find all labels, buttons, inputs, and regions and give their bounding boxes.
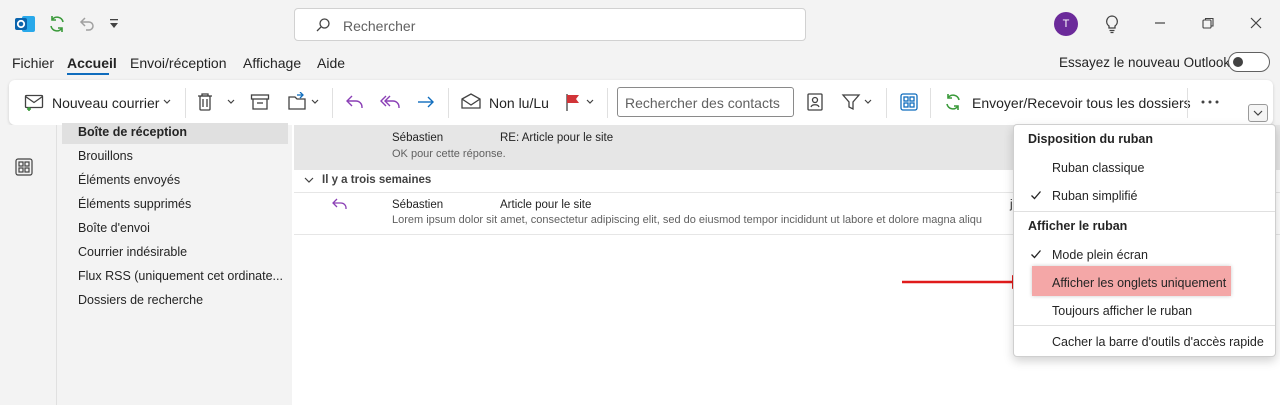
filter-dropdown-icon[interactable] bbox=[863, 98, 873, 106]
menu-divider bbox=[1014, 325, 1275, 326]
folder-outbox[interactable]: Boîte d'envoi bbox=[78, 221, 150, 235]
folder-sent[interactable]: Éléments envoyés bbox=[78, 173, 180, 187]
sync-icon[interactable] bbox=[47, 14, 67, 34]
search-icon bbox=[315, 17, 331, 33]
checkmark-icon bbox=[1030, 248, 1042, 260]
send-receive-icon bbox=[943, 92, 963, 112]
search-placeholder: Rechercher bbox=[343, 18, 416, 34]
contact-search-input[interactable]: Rechercher des contacts bbox=[617, 87, 794, 117]
chevron-down-icon bbox=[1253, 109, 1263, 117]
new-mail-icon bbox=[24, 93, 46, 111]
new-mail-dropdown-icon[interactable] bbox=[162, 98, 172, 106]
reply-all-icon[interactable] bbox=[380, 93, 402, 111]
active-tab-indicator bbox=[67, 73, 109, 75]
message-preview: Lorem ipsum dolor sit amet, consectetur … bbox=[392, 214, 983, 226]
group-header: Il y a trois semaines bbox=[322, 174, 432, 186]
try-new-outlook-label: Essayez le nouveau Outlook bbox=[1059, 55, 1231, 70]
try-new-outlook-toggle[interactable] bbox=[1228, 52, 1270, 72]
ribbon-divider bbox=[185, 88, 186, 118]
more-apps-icon[interactable] bbox=[15, 158, 33, 176]
flag-dropdown-icon[interactable] bbox=[585, 98, 595, 106]
new-mail-button[interactable]: Nouveau courrier bbox=[52, 95, 159, 111]
reply-icon[interactable] bbox=[345, 93, 365, 111]
move-dropdown-icon[interactable] bbox=[310, 98, 320, 106]
customize-qat-icon[interactable] bbox=[108, 18, 120, 30]
move-to-folder-icon[interactable] bbox=[287, 92, 309, 112]
unread-read-button[interactable]: Non lu/Lu bbox=[489, 95, 549, 111]
archive-icon[interactable] bbox=[250, 93, 270, 111]
ribbon-display-options-button[interactable] bbox=[1248, 104, 1268, 122]
minimize-icon[interactable] bbox=[1153, 16, 1167, 30]
message-sender: Sébastien bbox=[392, 199, 444, 211]
folder-search[interactable]: Dossiers de recherche bbox=[78, 293, 203, 307]
ribbon-divider bbox=[930, 88, 931, 118]
replied-icon bbox=[331, 197, 349, 213]
send-receive-button[interactable]: Envoyer/Recevoir tous les dossiers bbox=[972, 95, 1191, 111]
menu-section-show-ribbon: Afficher le ruban bbox=[1028, 219, 1128, 233]
tab-aide[interactable]: Aide bbox=[317, 55, 345, 71]
folder-deleted[interactable]: Éléments supprimés bbox=[78, 197, 191, 211]
toggle-knob bbox=[1233, 57, 1243, 67]
restore-icon[interactable] bbox=[1201, 16, 1215, 30]
lightbulb-icon[interactable] bbox=[1103, 14, 1121, 34]
ribbon-divider bbox=[448, 88, 449, 118]
ribbon-divider bbox=[1187, 88, 1188, 118]
more-options-icon[interactable] bbox=[1200, 99, 1220, 105]
ribbon-divider bbox=[886, 88, 887, 118]
tab-affichage[interactable]: Affichage bbox=[243, 55, 301, 71]
menu-item-classic-ribbon[interactable]: Ruban classique bbox=[1052, 161, 1144, 175]
avatar[interactable]: T bbox=[1054, 12, 1078, 36]
folder-rss[interactable]: Flux RSS (uniquement cet ordinate... bbox=[78, 269, 283, 283]
delete-icon[interactable] bbox=[196, 92, 214, 112]
close-icon[interactable] bbox=[1249, 16, 1263, 30]
menu-item-hide-quick-access[interactable]: Cacher la barre d'outils d'accès rapide bbox=[1052, 335, 1264, 349]
search-box[interactable]: Rechercher bbox=[294, 8, 806, 41]
folder-junk[interactable]: Courrier indésirable bbox=[78, 245, 187, 259]
menu-item-show-tabs-only[interactable]: Afficher les onglets uniquement bbox=[1052, 276, 1226, 290]
message-preview: OK pour cette réponse. bbox=[392, 148, 506, 160]
contact-search-placeholder: Rechercher des contacts bbox=[625, 95, 780, 111]
tab-fichier[interactable]: Fichier bbox=[12, 55, 54, 71]
address-book-icon[interactable] bbox=[806, 92, 824, 112]
undo-icon[interactable] bbox=[78, 15, 96, 33]
apps-grid-icon[interactable] bbox=[900, 93, 918, 111]
menu-item-fullscreen[interactable]: Mode plein écran bbox=[1052, 248, 1148, 262]
menu-section-layout: Disposition du ruban bbox=[1028, 132, 1153, 146]
tab-accueil[interactable]: Accueil bbox=[67, 55, 117, 71]
group-collapse-icon[interactable] bbox=[304, 176, 314, 184]
folder-pane bbox=[57, 125, 292, 405]
delete-dropdown-icon[interactable] bbox=[226, 98, 236, 106]
ribbon-divider bbox=[607, 88, 608, 118]
ribbon-options-menu bbox=[1013, 124, 1276, 357]
message-sender: Sébastien bbox=[392, 132, 444, 144]
message-subject: Article pour le site bbox=[500, 199, 592, 211]
menu-item-simplified-ribbon[interactable]: Ruban simplifié bbox=[1052, 189, 1137, 203]
tab-envoi-reception[interactable]: Envoi/réception bbox=[130, 55, 227, 71]
checkmark-icon bbox=[1030, 189, 1042, 201]
menu-item-always-show-ribbon[interactable]: Toujours afficher le ruban bbox=[1052, 304, 1192, 318]
flag-icon[interactable] bbox=[564, 92, 582, 112]
message-subject: RE: Article pour le site bbox=[500, 132, 614, 144]
folder-drafts[interactable]: Brouillons bbox=[78, 149, 133, 163]
filter-icon[interactable] bbox=[841, 92, 861, 112]
folder-inbox[interactable]: Boîte de réception bbox=[78, 125, 187, 139]
ribbon-divider bbox=[332, 88, 333, 118]
forward-icon[interactable] bbox=[416, 93, 436, 111]
menu-divider bbox=[1014, 211, 1275, 212]
outlook-logo-icon bbox=[14, 13, 36, 35]
read-unread-icon bbox=[460, 92, 482, 110]
